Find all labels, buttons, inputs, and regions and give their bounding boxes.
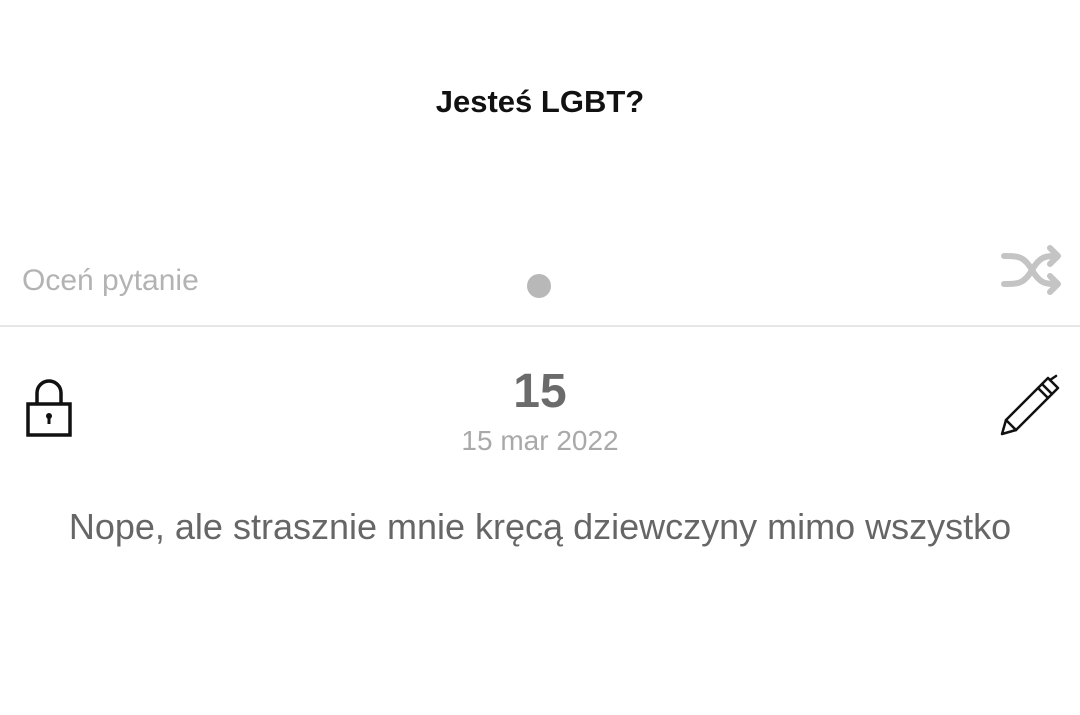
rating-slider-handle[interactable] — [527, 274, 551, 298]
answer-date: 15 mar 2022 — [461, 425, 619, 456]
shuffle-icon — [1001, 245, 1061, 295]
question-title: Jesteś LGBT? — [435, 84, 645, 119]
answer-count: 15 — [513, 365, 567, 418]
shuffle-button[interactable] — [1000, 240, 1064, 300]
answer-text: Nope, ale strasznie mnie kręcą dziewczyn… — [68, 506, 1012, 547]
edit-button[interactable] — [996, 374, 1062, 440]
rate-question-label: Oceń pytanie — [22, 264, 199, 297]
divider — [0, 325, 1080, 327]
pencil-icon — [1000, 374, 1060, 436]
